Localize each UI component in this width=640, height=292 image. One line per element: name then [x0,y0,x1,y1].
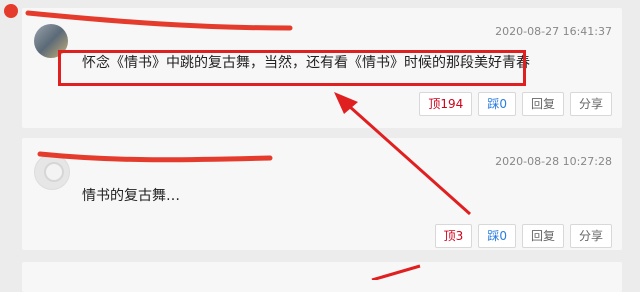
comment-actions: 顶194 踩0 回复 分享 [419,92,612,116]
comment-card: 2020-08-28 10:27:28 情书的复古舞… 顶3 踩0 回复 分享 [22,138,622,250]
comment-actions: 顶3 踩0 回复 分享 [434,224,612,248]
default-avatar-icon [44,162,64,182]
avatar[interactable] [34,154,70,190]
downvote-count: 0 [499,229,507,243]
share-button[interactable]: 分享 [569,224,612,248]
comment-card [22,262,622,292]
comment-timestamp: 2020-08-28 10:27:28 [495,155,612,168]
downvote-count: 0 [499,97,507,111]
downvote-button[interactable]: 踩0 [478,92,516,116]
downvote-label: 踩 [487,229,500,243]
share-button[interactable]: 分享 [569,92,612,116]
fire-icon [4,4,18,18]
upvote-count: 3 [455,229,464,243]
annotation-highlight-box [58,50,526,86]
reply-button[interactable]: 回复 [521,224,564,248]
downvote-label: 踩 [487,97,500,111]
upvote-label: 顶 [428,97,441,111]
upvote-label: 顶 [443,229,456,243]
username-redacted[interactable] [76,24,306,34]
reply-button[interactable]: 回复 [521,92,564,116]
downvote-button[interactable]: 踩0 [478,224,516,248]
username-redacted[interactable] [76,154,306,164]
upvote-button[interactable]: 顶194 [419,92,473,116]
comment-text: 情书的复古舞… [82,188,180,204]
upvote-count: 194 [440,97,464,111]
upvote-button[interactable]: 顶3 [434,224,473,248]
comment-timestamp: 2020-08-27 16:41:37 [495,25,612,38]
